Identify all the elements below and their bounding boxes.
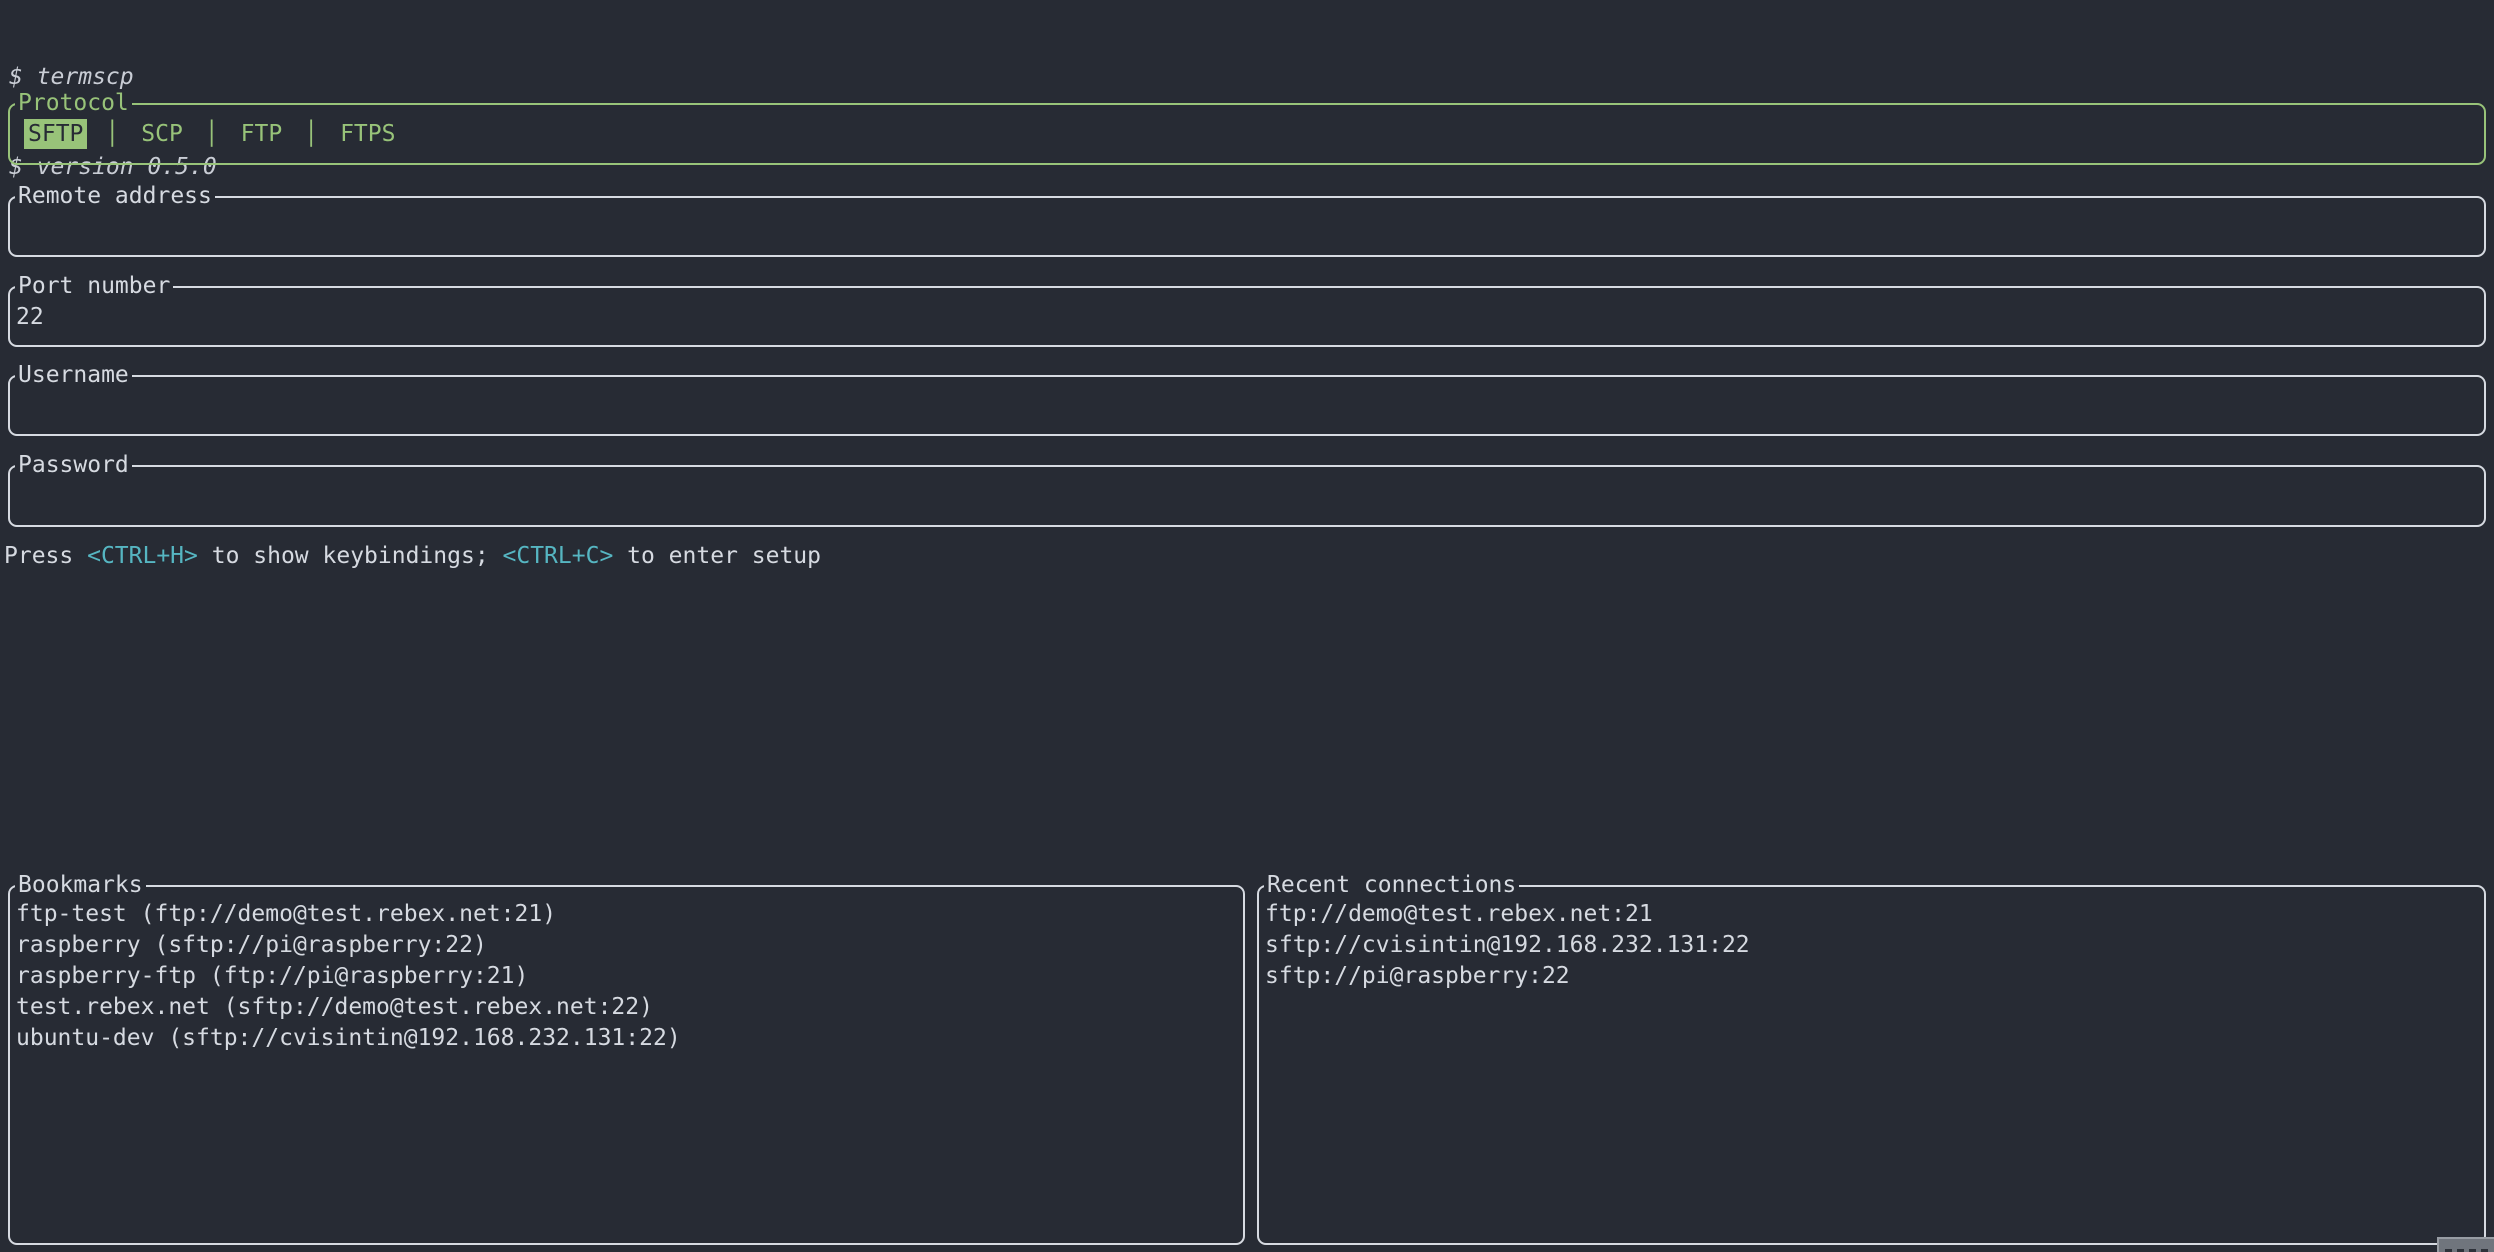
port-number-field[interactable]: Port number 22 bbox=[8, 272, 2486, 347]
tab-ftps[interactable]: FTPS bbox=[336, 119, 399, 149]
recent-connections-list: ftp://demo@test.rebex.net:21 sftp://cvis… bbox=[1259, 887, 2484, 1243]
bookmark-item[interactable]: ubuntu-dev (sftp://cvisintin@192.168.232… bbox=[16, 1023, 1243, 1054]
password-value[interactable] bbox=[10, 467, 2484, 525]
keybinding-ctrl-h: <CTRL+H> bbox=[87, 543, 198, 569]
tab-sftp[interactable]: SFTP bbox=[24, 119, 88, 149]
recent-connection-item[interactable]: sftp://cvisintin@192.168.232.131:22 bbox=[1265, 930, 2484, 961]
username-value[interactable] bbox=[10, 377, 2484, 434]
bookmark-item[interactable]: test.rebex.net (sftp://demo@test.rebex.n… bbox=[16, 992, 1243, 1023]
help-suffix: to enter setup bbox=[613, 543, 822, 569]
bookmark-item[interactable]: raspberry-ftp (ftp://pi@raspberry:21) bbox=[16, 961, 1243, 992]
bookmark-item[interactable]: raspberry (sftp://pi@raspberry:22) bbox=[16, 930, 1243, 961]
port-number-value[interactable]: 22 bbox=[10, 288, 2484, 345]
tab-divider: │ bbox=[304, 121, 319, 147]
remote-address-value[interactable] bbox=[10, 198, 2484, 255]
recent-connection-item[interactable]: sftp://pi@raspberry:22 bbox=[1265, 961, 2484, 992]
username-field[interactable]: Username bbox=[8, 361, 2486, 436]
protocol-tabs: SFTP │ SCP │ FTP │ FTPS bbox=[10, 105, 2484, 163]
tab-divider: │ bbox=[105, 121, 120, 147]
recent-connection-item[interactable]: ftp://demo@test.rebex.net:21 bbox=[1265, 899, 2484, 930]
tab-ftp[interactable]: FTP bbox=[237, 119, 287, 149]
password-field[interactable]: Password bbox=[8, 451, 2486, 527]
bookmark-item[interactable]: ftp-test (ftp://demo@test.rebex.net:21) bbox=[16, 899, 1243, 930]
help-prefix: Press bbox=[4, 543, 88, 569]
clipped-tooltip bbox=[2437, 1237, 2494, 1252]
remote-address-field[interactable]: Remote address bbox=[8, 182, 2486, 257]
termscp-auth-screen: $ termscp $ version 0.5.0 Protocol SFTP … bbox=[0, 0, 2494, 1252]
protocol-box: Protocol SFTP │ SCP │ FTP │ FTPS bbox=[8, 89, 2486, 165]
bookmarks-panel: Bookmarks ftp-test (ftp://demo@test.rebe… bbox=[8, 871, 1245, 1245]
help-middle: to show keybindings; bbox=[197, 543, 503, 569]
terminal-line-command: $ termscp bbox=[9, 64, 134, 90]
tab-scp[interactable]: SCP bbox=[137, 119, 187, 149]
bookmarks-list: ftp-test (ftp://demo@test.rebex.net:21) … bbox=[10, 887, 1243, 1243]
recent-connections-panel: Recent connections ftp://demo@test.rebex… bbox=[1257, 871, 2486, 1245]
tab-divider: │ bbox=[204, 121, 219, 147]
help-line: Press <CTRL+H> to show keybindings; <CTR… bbox=[4, 541, 821, 572]
keybinding-ctrl-c: <CTRL+C> bbox=[502, 543, 614, 569]
